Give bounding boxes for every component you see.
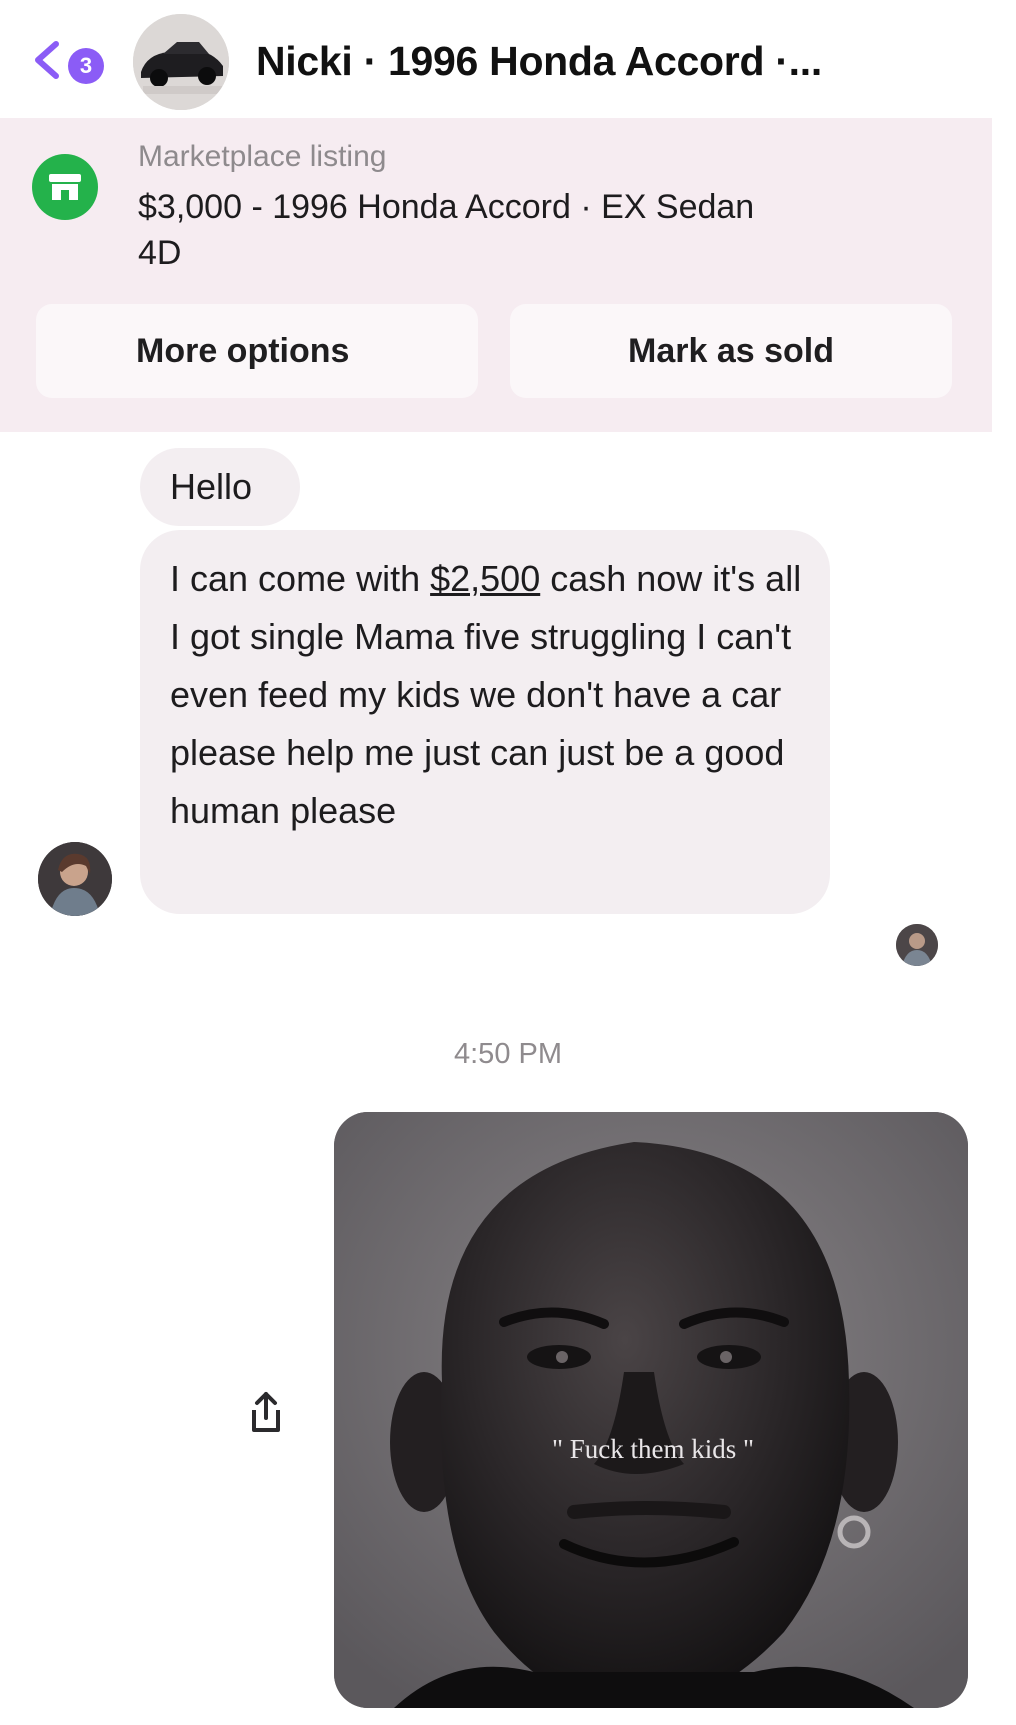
back-arrow-icon[interactable] xyxy=(30,40,64,80)
more-options-button[interactable]: More options xyxy=(36,304,478,398)
message-text: Hello xyxy=(170,466,253,507)
message-bubble[interactable]: I can come with $2,500 cash now it's all… xyxy=(140,530,830,914)
portrait-image xyxy=(334,1112,968,1708)
unread-count-badge: 3 xyxy=(68,48,104,84)
marketplace-listing-card: Marketplace listing $3,000 - 1996 Honda … xyxy=(0,118,992,432)
car-icon xyxy=(133,14,229,110)
marketplace-shop-icon xyxy=(32,154,98,220)
share-icon[interactable] xyxy=(240,1386,292,1438)
listing-title[interactable]: $3,000 - 1996 Honda Accord · EX Sedan 4D xyxy=(138,184,778,276)
chat-header: 3 Nicki · 1996 Honda Accord ·... xyxy=(0,0,1016,118)
message-timestamp: 4:50 PM xyxy=(454,1038,562,1070)
sender-avatar[interactable] xyxy=(38,842,112,916)
car-avatar[interactable] xyxy=(133,14,229,110)
meme-image-message[interactable]: " Fuck them kids " xyxy=(334,1112,968,1708)
message-bubble[interactable]: Hello xyxy=(140,448,300,526)
message-text: I can come with $2,500 cash now it's all… xyxy=(170,550,810,840)
mark-as-sold-button[interactable]: Mark as sold xyxy=(510,304,952,398)
price-link[interactable]: $2,500 xyxy=(430,558,540,599)
meme-caption: " Fuck them kids " xyxy=(552,1434,755,1464)
read-receipt-avatar xyxy=(896,924,938,966)
chat-title[interactable]: Nicki · 1996 Honda Accord ·... xyxy=(256,38,822,85)
message-text-prefix: I can come with xyxy=(170,558,431,599)
listing-label: Marketplace listing xyxy=(138,140,387,173)
